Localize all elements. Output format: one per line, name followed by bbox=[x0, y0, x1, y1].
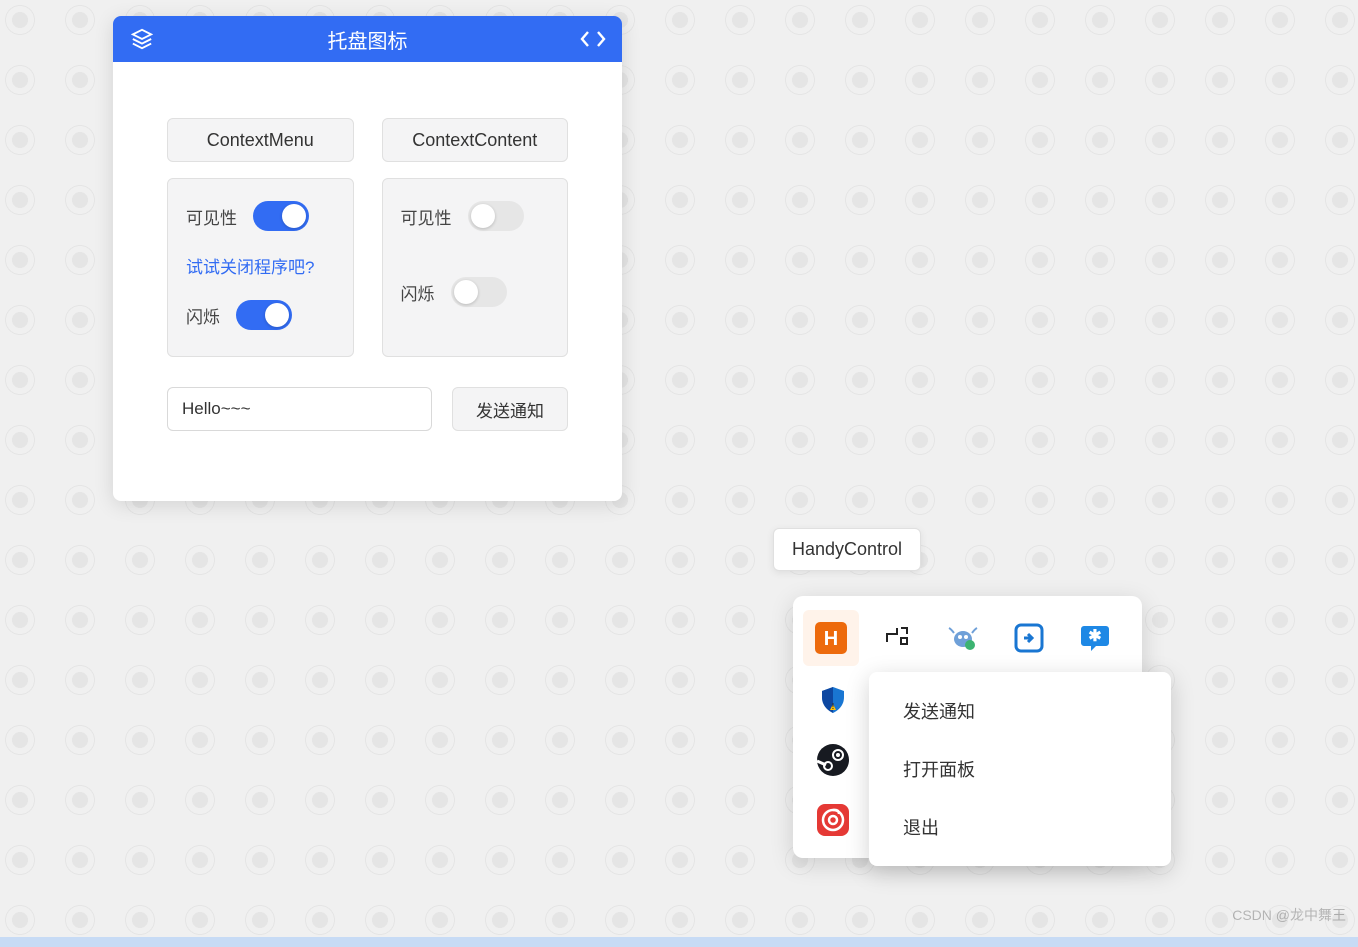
card-header: 托盘图标 bbox=[113, 16, 622, 62]
right-blink-toggle[interactable] bbox=[451, 277, 507, 307]
tray-app-music-icon[interactable] bbox=[809, 796, 857, 844]
left-settings-group: 可见性 试试关闭程序吧? 闪烁 bbox=[167, 178, 354, 357]
tray-app-shield-icon[interactable]: ! bbox=[809, 676, 857, 724]
left-blink-toggle[interactable] bbox=[236, 300, 292, 330]
context-content-button[interactable]: ContextContent bbox=[382, 118, 569, 162]
card-title: 托盘图标 bbox=[328, 25, 408, 54]
tray-tooltip-label: HandyControl bbox=[792, 539, 902, 559]
svg-text:H: H bbox=[824, 628, 838, 650]
notification-text-input[interactable] bbox=[167, 387, 432, 431]
tray-tooltip: HandyControl bbox=[773, 528, 921, 571]
tray-app-arrow-box-icon[interactable] bbox=[1001, 610, 1057, 666]
right-visibility-toggle[interactable] bbox=[468, 201, 524, 231]
context-menu-column: ContextMenu 可见性 试试关闭程序吧? 闪烁 bbox=[167, 118, 354, 357]
send-notification-button[interactable]: 发送通知 bbox=[452, 387, 568, 431]
menu-item-send-notification[interactable]: 发送通知 bbox=[869, 682, 1171, 740]
right-settings-group: 可见性 闪烁 bbox=[382, 178, 569, 357]
left-blink-label: 闪烁 bbox=[186, 303, 220, 328]
context-content-column: ContextContent 可见性 闪烁 bbox=[382, 118, 569, 357]
watermark: CSDN @龙中舞王 bbox=[1232, 905, 1346, 925]
tray-app-star-chat-icon[interactable]: ✱ bbox=[1067, 610, 1123, 666]
svg-text:!: ! bbox=[832, 702, 835, 711]
right-blink-label: 闪烁 bbox=[401, 280, 435, 305]
code-icon[interactable] bbox=[580, 30, 606, 48]
left-visibility-label: 可见性 bbox=[186, 204, 237, 229]
tray-context-menu: 发送通知 打开面板 退出 bbox=[869, 672, 1171, 866]
tray-app-handycontrol-icon[interactable]: H bbox=[803, 610, 859, 666]
right-visibility-label: 可见性 bbox=[401, 204, 452, 229]
tray-app-steam-icon[interactable] bbox=[809, 736, 857, 784]
try-close-app-link[interactable]: 试试关闭程序吧? bbox=[186, 253, 314, 278]
menu-item-exit[interactable]: 退出 bbox=[869, 798, 1171, 856]
layers-icon bbox=[131, 28, 153, 50]
menu-item-open-panel[interactable]: 打开面板 bbox=[869, 740, 1171, 798]
card-body: ContextMenu 可见性 试试关闭程序吧? 闪烁 ContextConte… bbox=[113, 62, 622, 501]
context-menu-button[interactable]: ContextMenu bbox=[167, 118, 354, 162]
tray-app-insect-icon[interactable] bbox=[935, 610, 991, 666]
tray-app-process-icon[interactable] bbox=[869, 610, 925, 666]
left-visibility-toggle[interactable] bbox=[253, 201, 309, 231]
tray-icon-card: 托盘图标 ContextMenu 可见性 试试关闭程序吧? 闪烁 bbox=[113, 16, 622, 501]
svg-text:✱: ✱ bbox=[1088, 628, 1101, 645]
taskbar-strip bbox=[0, 937, 1358, 947]
